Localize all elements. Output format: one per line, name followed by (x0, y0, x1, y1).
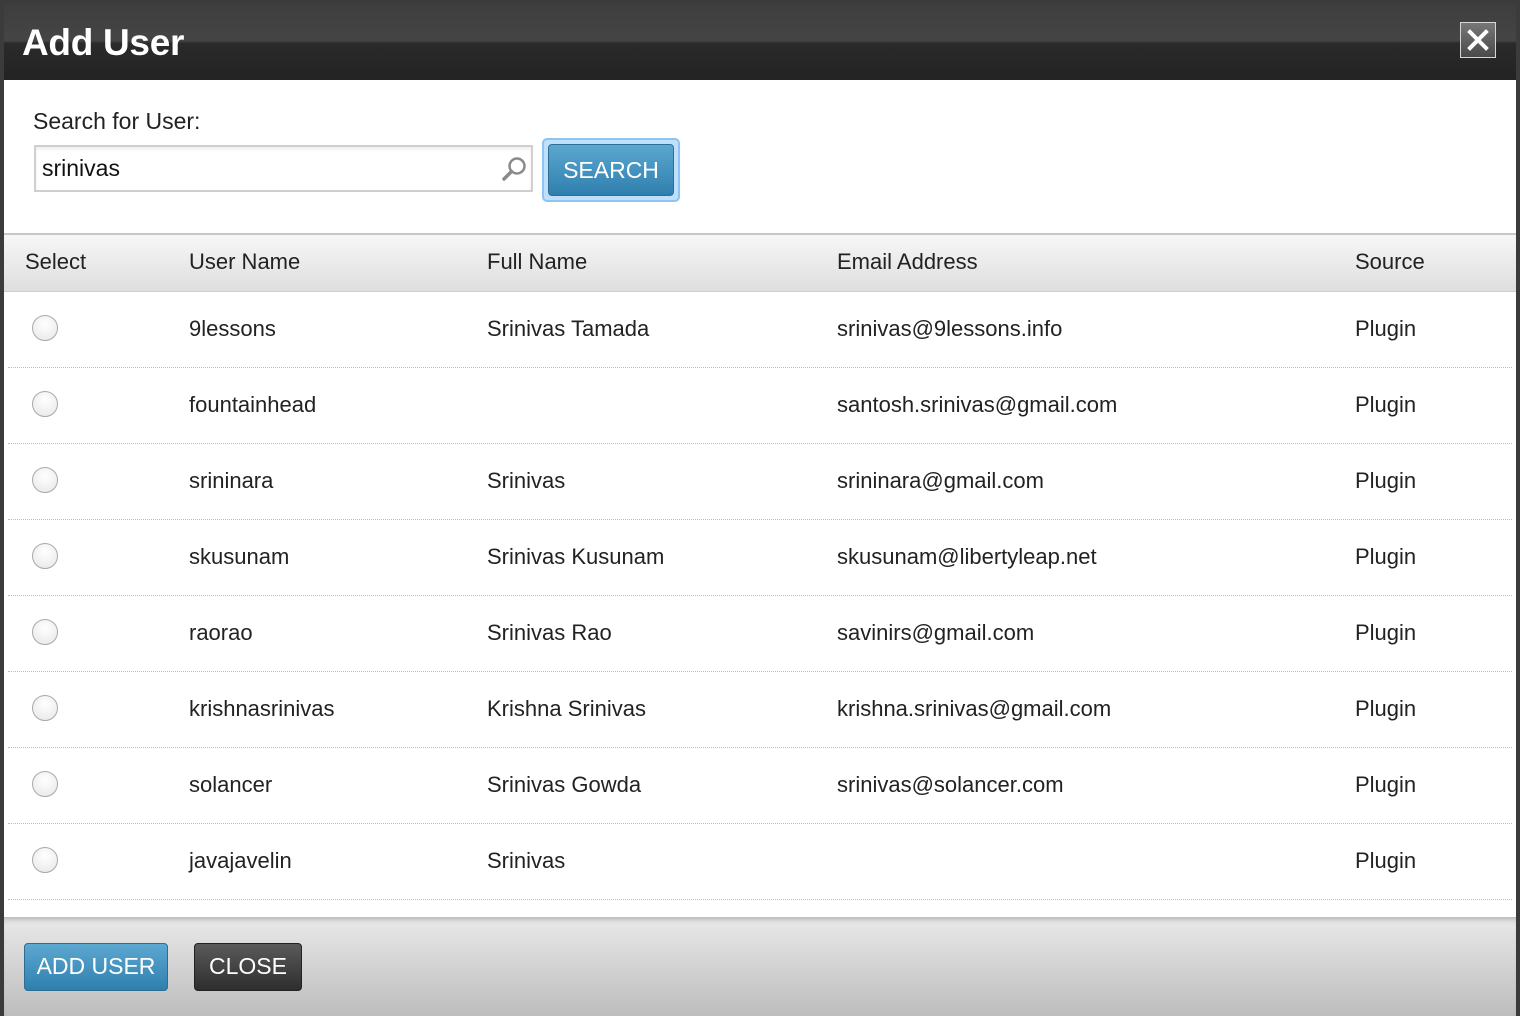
source-cell: Plugin (1355, 848, 1417, 873)
full-name-cell: Srinivas Tamada (487, 316, 650, 341)
close-icon (1467, 29, 1489, 51)
add-user-dialog: Add User Search for User: SEARCH Select … (0, 0, 1520, 1016)
table-row[interactable]: skusunam Srinivas Kusunam skusunam@liber… (8, 520, 1512, 596)
email-cell: srinivas@9lessons.info (837, 316, 1063, 341)
add-user-button[interactable]: ADD USER (24, 943, 168, 991)
header-source: Source (1355, 249, 1425, 274)
source-cell: Plugin (1355, 544, 1417, 569)
user-results-table: Select User Name Full Name Email Address… (4, 233, 1516, 919)
header-select: Select (25, 249, 87, 274)
dialog-titlebar: Add User (4, 4, 1516, 80)
table-row[interactable]: srininara Srinivas srininara@gmail.com P… (8, 444, 1512, 520)
user-name-cell: skusunam (189, 544, 290, 569)
full-name-cell: Srinivas (487, 848, 566, 873)
select-radio[interactable] (32, 847, 58, 873)
dialog-title: Add User (22, 22, 185, 63)
email-cell: skusunam@libertyleap.net (837, 544, 1097, 569)
full-name-cell: Srinivas Rao (487, 620, 612, 645)
user-name-cell: fountainhead (189, 392, 317, 417)
email-cell: srinivas@solancer.com (837, 772, 1064, 797)
user-name-cell: krishnasrinivas (189, 696, 335, 721)
user-name-cell: srininara (189, 468, 274, 493)
header-email-address: Email Address (837, 249, 978, 274)
source-cell: Plugin (1355, 316, 1417, 341)
source-cell: Plugin (1355, 392, 1417, 417)
close-button[interactable]: CLOSE (194, 943, 302, 991)
source-cell: Plugin (1355, 772, 1417, 797)
select-radio[interactable] (32, 695, 58, 721)
source-cell: Plugin (1355, 696, 1417, 721)
dialog-footer: ADD USER CLOSE (4, 917, 1516, 1016)
table-row[interactable]: raorao Srinivas Rao savinirs@gmail.com P… (8, 596, 1512, 672)
email-cell: santosh.srinivas@gmail.com (837, 392, 1118, 417)
search-button[interactable]: SEARCH (542, 138, 680, 202)
email-cell: savinirs@gmail.com (837, 620, 1035, 645)
close-dialog-button[interactable] (1460, 22, 1496, 58)
user-name-cell: javajavelin (189, 848, 292, 873)
full-name-cell: Srinivas Kusunam (487, 544, 665, 569)
header-full-name: Full Name (487, 249, 588, 274)
table-row[interactable]: solancer Srinivas Gowda srinivas@solance… (8, 748, 1512, 824)
table-row[interactable]: javajavelin Srinivas Plugin (8, 824, 1512, 900)
full-name-cell: Srinivas Gowda (487, 772, 642, 797)
user-name-cell: raorao (189, 620, 253, 645)
select-radio[interactable] (32, 467, 58, 493)
search-label: Search for User: (33, 108, 201, 134)
search-input[interactable] (42, 152, 482, 184)
email-cell: srininara@gmail.com (837, 468, 1044, 493)
user-name-cell: solancer (189, 772, 273, 797)
search-icon (502, 157, 526, 181)
select-radio[interactable] (32, 391, 58, 417)
email-cell: krishna.srinivas@gmail.com (837, 696, 1112, 721)
full-name-cell: Srinivas (487, 468, 566, 493)
source-cell: Plugin (1355, 620, 1417, 645)
select-radio[interactable] (32, 543, 58, 569)
user-name-cell: 9lessons (189, 316, 276, 341)
table-row[interactable]: 9lessons Srinivas Tamada srinivas@9lesso… (8, 292, 1512, 368)
select-radio[interactable] (32, 771, 58, 797)
header-user-name: User Name (189, 249, 301, 274)
full-name-cell: Krishna Srinivas (487, 696, 646, 721)
search-field[interactable] (34, 145, 533, 192)
table-row[interactable]: krishnasrinivas Krishna Srinivas krishna… (8, 672, 1512, 748)
table-header: Select User Name Full Name Email Address… (4, 235, 1516, 292)
select-radio[interactable] (32, 315, 58, 341)
source-cell: Plugin (1355, 468, 1417, 493)
table-row[interactable]: fountainhead santosh.srinivas@gmail.com … (8, 368, 1512, 444)
search-button-label: SEARCH (548, 144, 674, 196)
select-radio[interactable] (32, 619, 58, 645)
